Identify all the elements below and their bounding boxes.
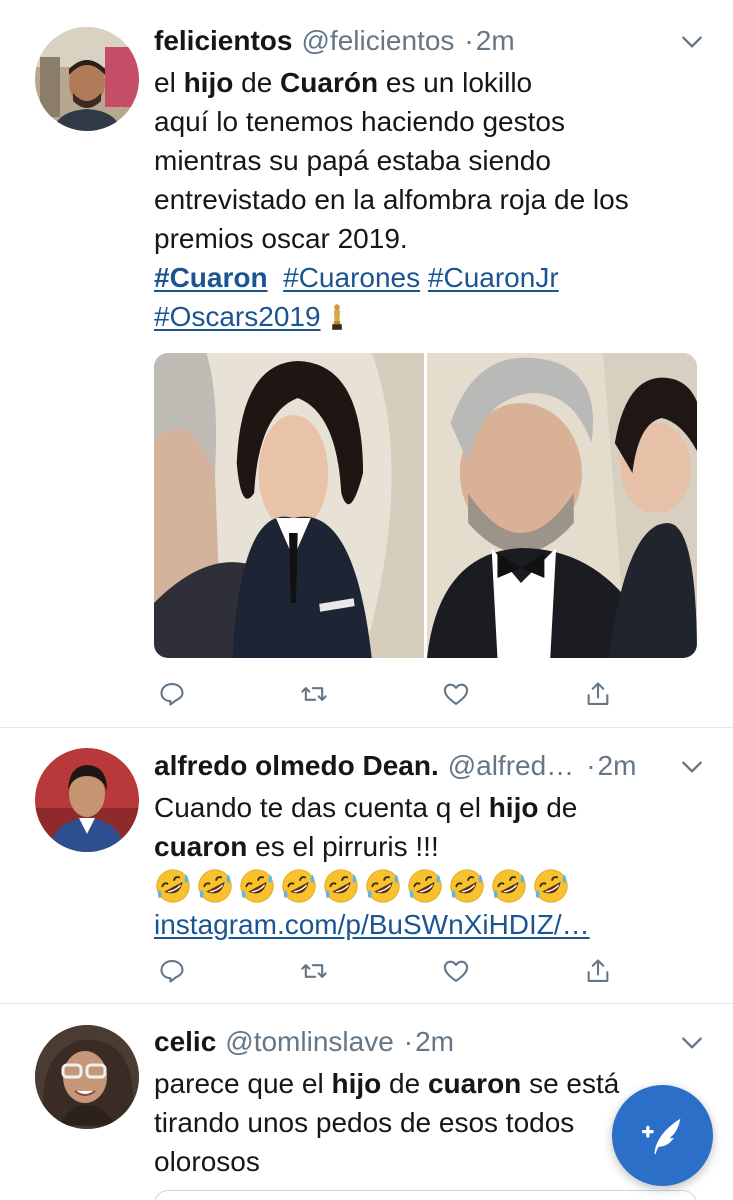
- emoji-row: [154, 866, 705, 905]
- retweet-button[interactable]: [298, 678, 330, 710]
- separator: ·: [586, 750, 596, 781]
- retweet-icon: [301, 964, 327, 978]
- user-handle[interactable]: @tomlinslave: [225, 1024, 393, 1060]
- user-handle[interactable]: @felicientos: [301, 23, 454, 59]
- hashtag-link[interactable]: #Cuaron: [154, 262, 268, 293]
- tweet-header: alfredo olmedo Dean. @alfred… · 2m: [154, 748, 705, 784]
- rolling-on-floor-laughing-icon: [240, 868, 274, 903]
- chevron-down-icon[interactable]: [679, 1030, 705, 1056]
- share-button[interactable]: [582, 955, 614, 987]
- display-name[interactable]: felicientos: [154, 23, 292, 59]
- timestamp: 2m: [597, 750, 637, 781]
- timestamp: 2m: [475, 25, 515, 56]
- reply-icon: [160, 960, 184, 983]
- like-icon: [443, 683, 469, 705]
- avatar-felicientos[interactable]: [35, 27, 139, 131]
- chevron-down-icon[interactable]: [679, 29, 705, 55]
- rolling-on-floor-laughing-icon: [366, 868, 400, 903]
- separator: ·: [403, 1026, 414, 1057]
- hashtag-link[interactable]: #Cuarones: [283, 262, 420, 293]
- rolling-on-floor-laughing-icon: [198, 868, 232, 903]
- photo-left[interactable]: [154, 353, 424, 658]
- retweet-icon: [301, 687, 327, 701]
- like-button[interactable]: [440, 678, 472, 710]
- tweet-text: Cuando te das cuenta q el hijo de cuaron…: [154, 788, 705, 944]
- tweet-header: felicientos @felicientos · 2m: [154, 23, 705, 59]
- rolling-on-floor-laughing-icon: [408, 868, 442, 903]
- tweet-actions: [156, 678, 614, 710]
- avatar-celic[interactable]: [35, 1025, 139, 1129]
- reply-button[interactable]: [156, 955, 188, 987]
- display-name[interactable]: alfredo olmedo Dean.: [154, 748, 439, 784]
- hashtag-link[interactable]: #Oscars2019: [154, 297, 321, 336]
- quoted-card[interactable]: [154, 1190, 697, 1200]
- user-handle[interactable]: @alfred…: [448, 748, 574, 784]
- avatar-alfredo[interactable]: [35, 748, 139, 852]
- rolling-on-floor-laughing-icon: [450, 868, 484, 903]
- rolling-on-floor-laughing-icon: [282, 868, 316, 903]
- tweet-text: el hijo de Cuarón es un lokillo aquí lo …: [154, 63, 705, 336]
- photo-right[interactable]: [427, 353, 697, 658]
- reply-button[interactable]: [156, 678, 188, 710]
- like-button[interactable]: [440, 955, 472, 987]
- trophy-icon: [331, 303, 342, 330]
- retweet-button[interactable]: [298, 955, 330, 987]
- rolling-on-floor-laughing-icon: [534, 868, 568, 903]
- compose-tweet-button[interactable]: [612, 1085, 713, 1186]
- separator: ·: [464, 25, 474, 56]
- display-name[interactable]: celic: [154, 1024, 216, 1060]
- share-icon: [587, 959, 609, 982]
- rolling-on-floor-laughing-icon: [324, 868, 358, 903]
- share-icon: [587, 682, 609, 705]
- tweet-1[interactable]: felicientos @felicientos · 2m el hijo de…: [0, 0, 733, 728]
- chevron-down-icon[interactable]: [679, 754, 705, 780]
- hashtag-link[interactable]: #CuaronJr: [428, 262, 559, 293]
- tweet-header: celic @tomlinslave · 2m: [154, 1024, 705, 1060]
- tweet-actions: [156, 955, 614, 987]
- tweet-media[interactable]: [154, 353, 697, 658]
- instagram-link[interactable]: instagram.com/p/BuSWnXiHDIZ/…: [154, 909, 590, 940]
- share-button[interactable]: [582, 678, 614, 710]
- timestamp: 2m: [415, 1026, 454, 1057]
- rolling-on-floor-laughing-icon: [492, 868, 526, 903]
- reply-icon: [160, 683, 184, 706]
- like-icon: [443, 960, 469, 982]
- rolling-on-floor-laughing-icon: [156, 868, 190, 903]
- compose-tweet-icon: [641, 1118, 680, 1154]
